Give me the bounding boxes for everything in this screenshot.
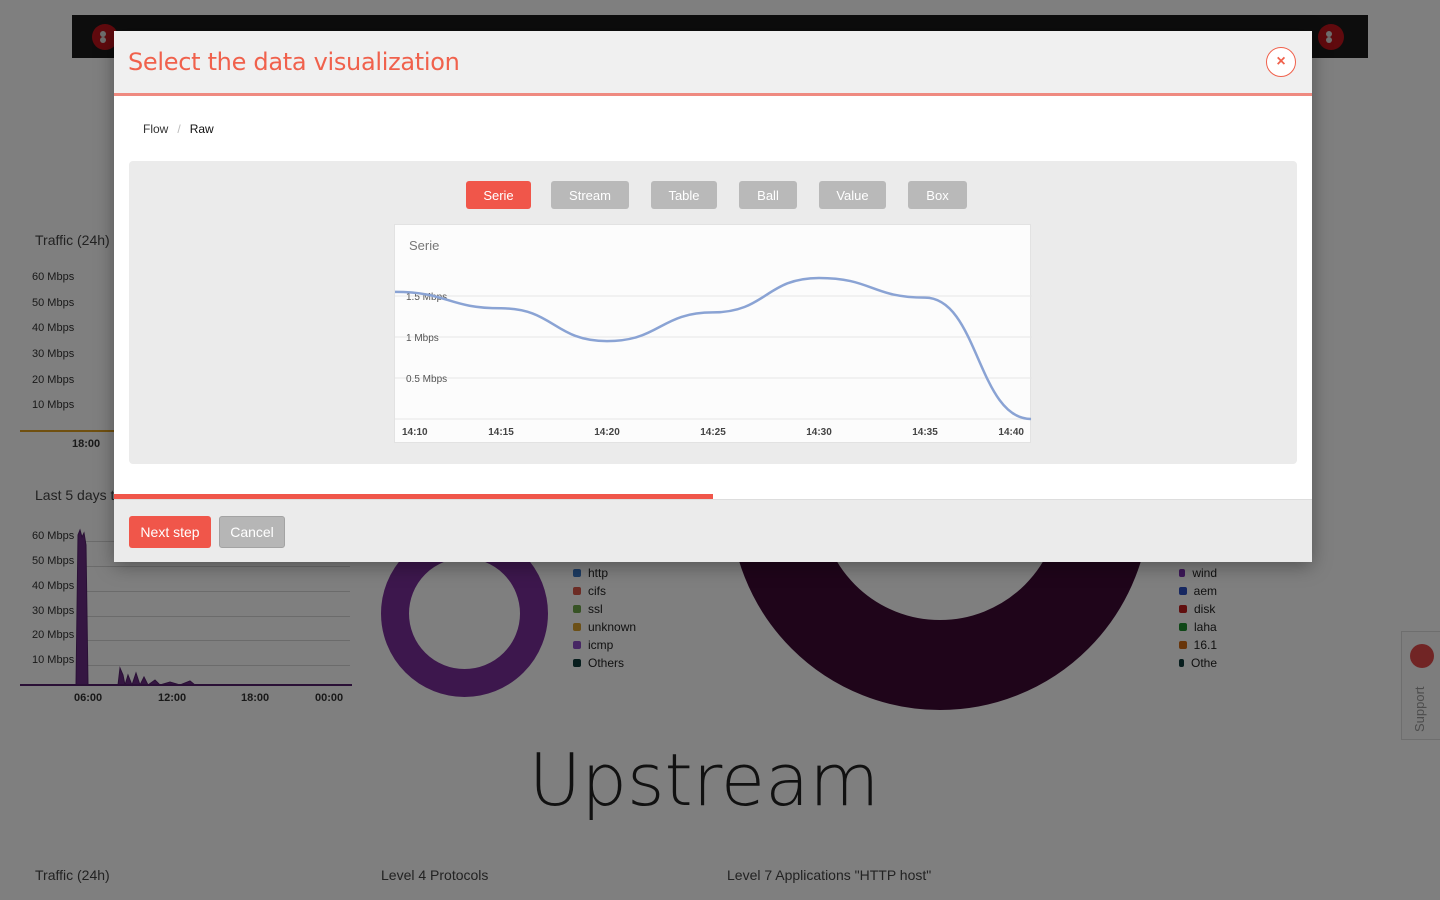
x-tick-label: 14:25 (700, 427, 726, 438)
modal-header: Select the data visualization × (114, 31, 1312, 96)
visualization-tabs: Serie Stream Table Ball Value Box (466, 181, 989, 209)
close-icon[interactable]: × (1266, 47, 1296, 77)
modal-title: Select the data visualization (128, 48, 460, 76)
x-tick-label: 14:20 (594, 427, 620, 438)
cancel-button[interactable]: Cancel (219, 516, 285, 548)
y-tick-label: 0.5 Mbps (406, 374, 447, 385)
x-tick-label: 14:35 (912, 427, 938, 438)
tab-stream[interactable]: Stream (551, 181, 629, 209)
serie-chart: Serie0.5 Mbps1 Mbps1.5 Mbps14:10 14:15 14:… (395, 238, 1032, 438)
modal-footer: Next step Cancel (114, 499, 1312, 562)
breadcrumb-raw: Raw (189, 122, 214, 136)
breadcrumb: Flow / Raw (143, 122, 214, 136)
tab-serie[interactable]: Serie (466, 181, 531, 209)
series-line (395, 276, 1032, 421)
visualization-modal: Select the data visualization × Flow / R… (114, 31, 1312, 562)
tab-box[interactable]: Box (908, 181, 967, 209)
x-tick-label: 14:30 (806, 427, 832, 438)
tab-value[interactable]: Value (819, 181, 886, 209)
tab-table[interactable]: Table (651, 181, 717, 209)
tab-ball[interactable]: Ball (739, 181, 797, 209)
x-tick-label: 14:40 (998, 427, 1024, 438)
chart-title: Serie (409, 238, 439, 253)
breadcrumb-separator: / (177, 122, 181, 136)
x-tick-label: 14:10 (402, 427, 428, 438)
serie-chart-preview: Serie 0.5 Mbps 1 Mbps 1.5 Mbps 14:10 14:15 14:… (394, 224, 1032, 443)
visualization-area: Serie Stream Table Ball Value Box Serie 0… (129, 161, 1297, 464)
breadcrumb-flow[interactable]: Flow (143, 122, 168, 136)
y-tick-label: 1 Mbps (406, 333, 439, 344)
x-tick-label: 14:15 (488, 427, 514, 438)
next-step-button[interactable]: Next step (129, 516, 211, 548)
